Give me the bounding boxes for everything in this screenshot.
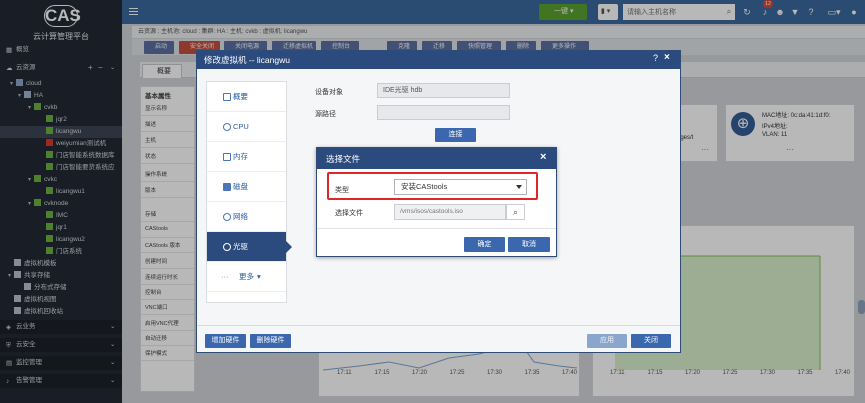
file-path-field: /vms/isos/castools.iso — [394, 204, 506, 220]
file-dialog-header: 选择文件 × — [317, 148, 556, 169]
nav-cpu[interactable]: CPU — [207, 112, 286, 142]
nav-network[interactable]: 网络 — [207, 202, 286, 232]
confirm-button[interactable]: 确定 — [464, 237, 505, 252]
file-label: 选择文件 — [335, 210, 363, 217]
chevron-down-icon: ▾ — [257, 272, 261, 281]
nav-overview[interactable]: 概要 — [207, 82, 286, 112]
divider — [317, 228, 556, 229]
apply-button[interactable]: 应用 — [587, 334, 627, 348]
search-icon[interactable]: ⌕ — [506, 204, 525, 220]
close-icon[interactable]: × — [664, 52, 670, 63]
nav-more[interactable]: ··· 更多 ▾ — [207, 262, 286, 292]
nav-memory[interactable]: 内存 — [207, 142, 286, 172]
add-hardware-button[interactable]: 增加硬件 — [205, 334, 246, 348]
dialog-title: 修改虚拟机 -- licangwu — [204, 55, 290, 65]
nav-cdrom[interactable]: 光驱 — [207, 232, 292, 262]
dialog-header: 修改虚拟机 -- licangwu ? × — [197, 51, 680, 69]
source-path-field[interactable] — [377, 105, 510, 120]
connect-button[interactable]: 连接 — [435, 128, 476, 142]
device-object-label: 设备对象 — [315, 89, 343, 96]
cdrom-icon — [223, 243, 231, 251]
help-icon[interactable]: ? — [653, 53, 658, 63]
dropdown-arrow-icon — [516, 185, 522, 189]
overview-icon — [223, 93, 231, 101]
cpu-icon — [223, 123, 231, 131]
dialog-nav: 概要 CPU 内存 磁盘 网络 光驱 ··· 更多 ▾ — [206, 81, 292, 303]
network-icon — [223, 213, 231, 221]
memory-icon — [223, 153, 231, 161]
type-select[interactable]: 安装CAStools — [394, 179, 527, 195]
more-dots-icon: ··· — [221, 272, 229, 281]
source-path-label: 源路径 — [315, 111, 336, 118]
device-object-field: IDE光驱 hdb — [377, 83, 510, 98]
nav-disk[interactable]: 磁盘 — [207, 172, 286, 202]
remove-hardware-button[interactable]: 删除硬件 — [250, 334, 291, 348]
cancel-button[interactable]: 取消 — [508, 237, 550, 252]
type-label: 类型 — [335, 187, 349, 194]
file-dialog-title: 选择文件 — [326, 154, 361, 164]
select-file-dialog: 选择文件 × 类型 安装CAStools 选择文件 /vms/isos/cast… — [316, 147, 557, 257]
disk-icon — [223, 183, 231, 191]
close-button[interactable]: 关闭 — [631, 334, 671, 348]
close-icon[interactable]: × — [540, 151, 546, 163]
